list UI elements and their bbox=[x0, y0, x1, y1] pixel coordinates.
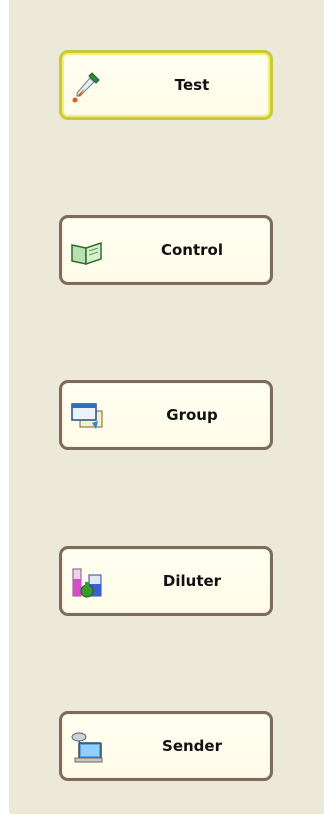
lab-beakers-icon bbox=[70, 565, 104, 599]
sender-button[interactable]: Sender bbox=[59, 711, 273, 781]
test-button[interactable]: Test bbox=[59, 50, 273, 120]
dropper-icon bbox=[70, 69, 104, 103]
control-button[interactable]: Control bbox=[59, 215, 273, 285]
open-book-icon bbox=[70, 234, 104, 268]
group-label: Group bbox=[166, 406, 218, 424]
diluter-button[interactable]: Diluter bbox=[59, 546, 273, 616]
control-label: Control bbox=[160, 241, 223, 259]
sender-label: Sender bbox=[162, 737, 222, 755]
windows-icon bbox=[70, 399, 104, 433]
button-panel: Test Control Group Diluter Sender bbox=[9, 0, 324, 814]
test-label: Test bbox=[174, 76, 210, 94]
network-computer-icon bbox=[70, 730, 104, 764]
group-button[interactable]: Group bbox=[59, 380, 273, 450]
diluter-label: Diluter bbox=[162, 572, 222, 590]
